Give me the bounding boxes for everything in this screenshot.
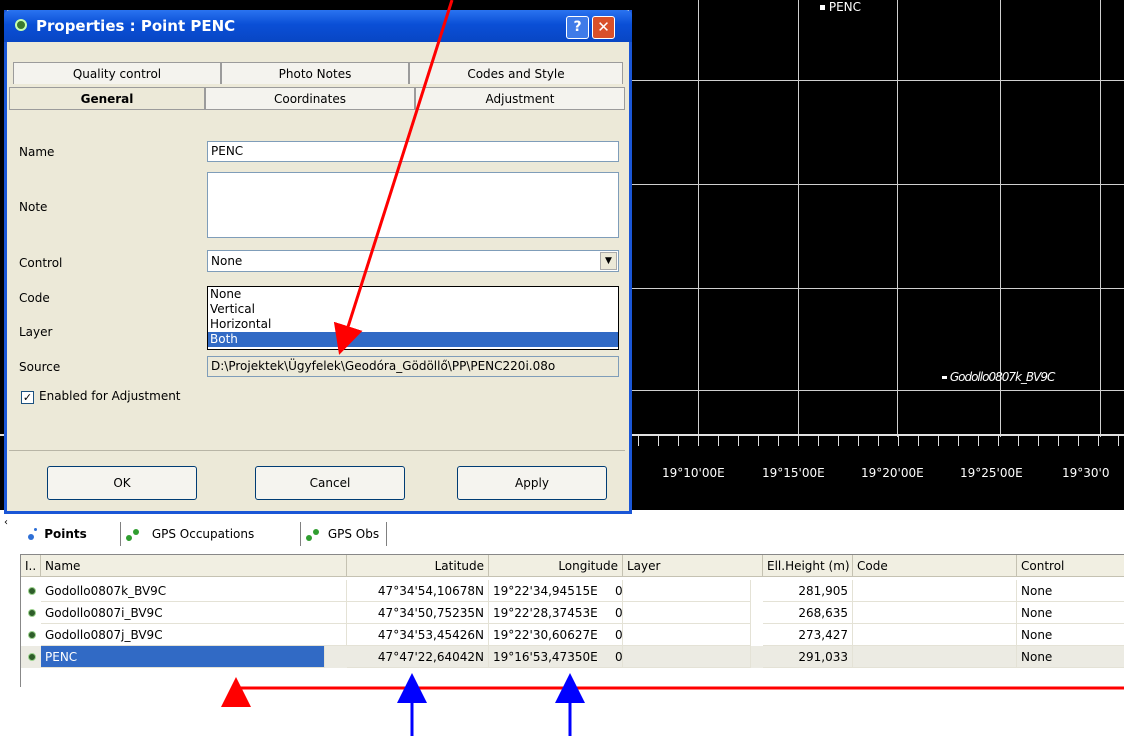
annotation-arrows: [221, 0, 1124, 736]
red-arrow-to-penc-row: [221, 677, 1124, 707]
red-arrow-to-both-option: [333, 0, 454, 355]
